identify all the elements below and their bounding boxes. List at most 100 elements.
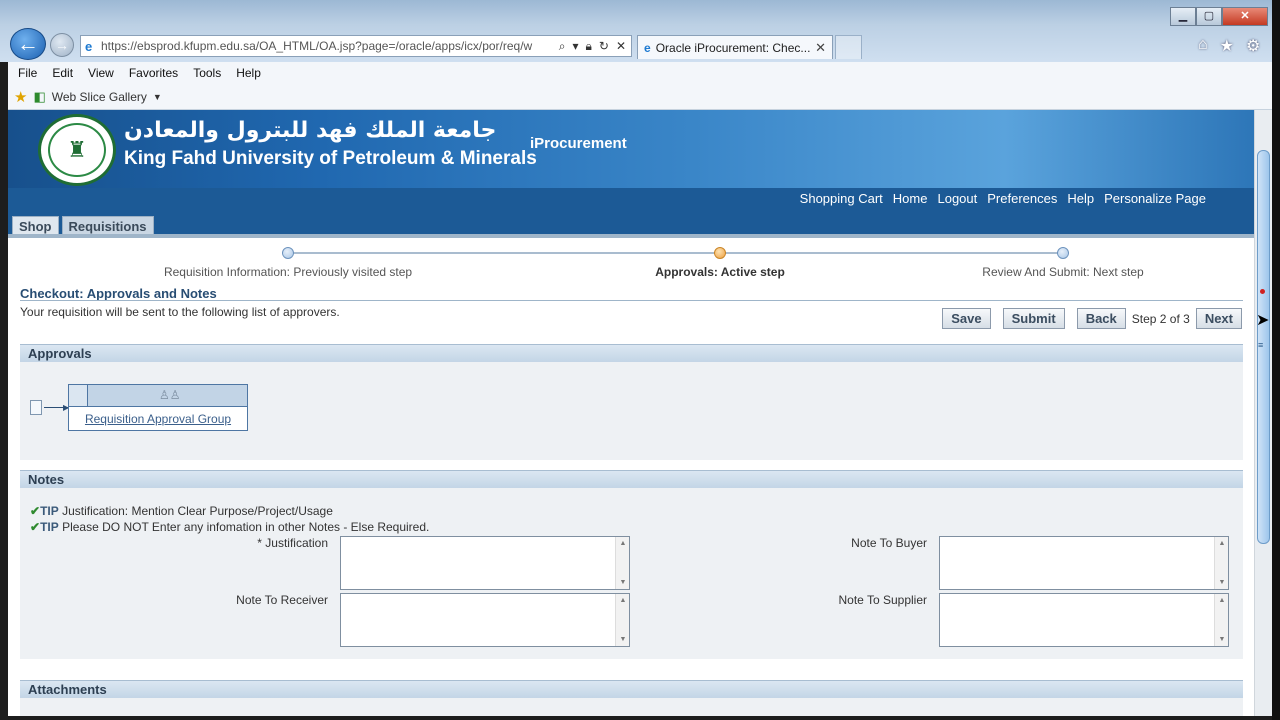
- scroll-down-icon[interactable]: ▼: [1215, 636, 1229, 643]
- back-arrow-icon[interactable]: ←: [10, 28, 46, 60]
- train-step-3-dot[interactable]: [1057, 247, 1069, 259]
- tip-notes-warning: ✔TIP Please DO NOT Enter any infomation …: [30, 520, 429, 534]
- approvals-section: Approvals ▶ ♙♙ Requisition Approval Grou…: [20, 344, 1243, 460]
- document-icon: [30, 400, 42, 415]
- train-line: [288, 252, 1064, 254]
- approval-node-cell: [69, 385, 88, 406]
- personalize-page-link[interactable]: Personalize Page: [1104, 191, 1206, 206]
- home-link[interactable]: Home: [893, 191, 928, 206]
- menu-edit[interactable]: Edit: [52, 66, 73, 80]
- forward-arrow-icon[interactable]: →: [50, 33, 74, 57]
- tip-text: Please DO NOT Enter any infomation in ot…: [62, 520, 430, 534]
- textarea-scrollbar[interactable]: ▲ ▼: [1214, 537, 1228, 589]
- home-icon[interactable]: ⌂: [1198, 36, 1208, 56]
- step-indicator: Step 2 of 3: [1131, 311, 1190, 326]
- people-group-icon: ♙♙: [159, 388, 181, 402]
- train-step-3-label[interactable]: Review And Submit: Next step: [982, 265, 1143, 279]
- instruction-text: Your requisition will be sent to the fol…: [20, 305, 340, 319]
- page-viewport: ♜ جامعة الملك فهد للبترول والمعادن King …: [8, 110, 1254, 716]
- note-to-receiver-label: Note To Receiver: [236, 593, 328, 607]
- favorites-bar: ★ ◧ Web Slice Gallery ▼: [8, 84, 1272, 110]
- textarea-scrollbar[interactable]: ▲ ▼: [615, 594, 629, 646]
- scroll-up-icon[interactable]: ▲: [1215, 597, 1229, 604]
- university-seal-logo: ♜: [38, 114, 116, 186]
- justification-textarea[interactable]: ▲ ▼: [340, 536, 630, 590]
- browser-tab[interactable]: e Oracle iProcurement: Chec... ✕: [637, 35, 833, 59]
- textarea-scrollbar[interactable]: ▲ ▼: [615, 537, 629, 589]
- web-slice-gallery-link[interactable]: Web Slice Gallery: [52, 90, 147, 104]
- train-step-1-dot[interactable]: [282, 247, 294, 259]
- logout-link[interactable]: Logout: [937, 191, 977, 206]
- gear-icon[interactable]: ⚙: [1246, 36, 1260, 56]
- scroll-up-icon[interactable]: ▲: [1215, 540, 1229, 547]
- action-buttons: Save Submit Back Step 2 of 3 Next: [942, 308, 1242, 329]
- checkout-train: Requisition Information: Previously visi…: [8, 238, 1254, 282]
- browser-tools: ⌂ ★ ⚙: [1198, 36, 1260, 56]
- lock-icon[interactable]: 🔒︎: [585, 39, 591, 54]
- scroll-down-icon[interactable]: ▼: [616, 636, 630, 643]
- scroll-down-icon[interactable]: ▼: [1215, 579, 1229, 586]
- minimize-icon[interactable]: ▁: [1170, 7, 1196, 26]
- textarea-scrollbar[interactable]: ▲ ▼: [1214, 594, 1228, 646]
- menu-file[interactable]: File: [18, 66, 37, 80]
- window-controls: ▁ ▢ ✕: [1170, 7, 1268, 26]
- preferences-link[interactable]: Preferences: [987, 191, 1057, 206]
- approval-node-header: ♙♙: [69, 385, 247, 407]
- stop-icon[interactable]: ✕: [616, 39, 626, 54]
- menu-view[interactable]: View: [88, 66, 114, 80]
- university-name-arabic: جامعة الملك فهد للبترول والمعادن: [124, 118, 497, 143]
- notes-section: Notes ✔TIP Justification: Mention Clear …: [20, 470, 1243, 659]
- next-button[interactable]: Next: [1195, 308, 1242, 329]
- page-scrollbar[interactable]: ≡: [1254, 110, 1272, 716]
- justification-label: * Justification: [257, 536, 328, 550]
- note-to-buyer-label: Note To Buyer: [851, 536, 927, 550]
- scroll-down-icon[interactable]: ▼: [616, 579, 630, 586]
- scroll-up-icon[interactable]: ▲: [616, 597, 630, 604]
- menu-favorites[interactable]: Favorites: [129, 66, 178, 80]
- scroll-marker-dot: [1260, 289, 1265, 294]
- submit-button[interactable]: Submit: [1002, 308, 1065, 329]
- note-to-supplier-label: Note To Supplier: [838, 593, 928, 607]
- new-tab-button[interactable]: [835, 35, 862, 59]
- scroll-grip-icon: ≡: [1258, 340, 1264, 350]
- divider: [20, 300, 1243, 301]
- note-to-receiver-textarea[interactable]: ▲ ▼: [340, 593, 630, 647]
- university-name-english: King Fahd University of Petroleum & Mine…: [124, 148, 537, 169]
- close-tab-icon[interactable]: ✕: [815, 40, 826, 56]
- tab-shop[interactable]: Shop: [12, 216, 59, 236]
- tip-text: Justification: Mention Clear Purpose/Pro…: [62, 504, 333, 518]
- save-button[interactable]: Save: [942, 308, 991, 329]
- favorites-star-icon[interactable]: ★: [14, 88, 27, 106]
- favorites-star-icon[interactable]: ★: [1220, 36, 1234, 56]
- close-window-icon[interactable]: ✕: [1222, 7, 1268, 26]
- tab-requisitions[interactable]: Requisitions: [61, 216, 154, 236]
- web-slice-icon: ◧: [33, 88, 46, 104]
- address-bar[interactable]: e https://ebsprod.kfupm.edu.sa/OA_HTML/O…: [80, 35, 632, 57]
- checkmark-icon: ✔: [30, 520, 41, 534]
- note-to-supplier-textarea[interactable]: ▲ ▼: [939, 593, 1229, 647]
- shopping-cart-link[interactable]: Shopping Cart: [800, 191, 883, 206]
- notes-heading: Notes: [20, 470, 1243, 488]
- tip-label: TIP: [40, 520, 59, 534]
- approval-group-link[interactable]: Requisition Approval Group: [69, 412, 247, 426]
- menu-tools[interactable]: Tools: [193, 66, 221, 80]
- ie-tab-icon: e: [644, 40, 651, 55]
- url-text[interactable]: https://ebsprod.kfupm.edu.sa/OA_HTML/OA.…: [101, 39, 554, 53]
- tab-title: Oracle iProcurement: Chec...: [655, 40, 811, 55]
- dropdown-icon[interactable]: ▾: [572, 39, 578, 54]
- train-step-1-label[interactable]: Requisition Information: Previously visi…: [164, 265, 412, 279]
- chevron-down-icon[interactable]: ▼: [153, 92, 162, 102]
- refresh-icon[interactable]: ↻: [599, 39, 609, 54]
- window-frame: [1272, 0, 1280, 720]
- menu-help[interactable]: Help: [236, 66, 261, 80]
- back-button[interactable]: Back: [1076, 308, 1126, 329]
- browser-toolbar: ← → e https://ebsprod.kfupm.edu.sa/OA_HT…: [0, 0, 1280, 62]
- scroll-up-icon[interactable]: ▲: [616, 540, 630, 547]
- search-icon[interactable]: ⌕: [559, 39, 566, 54]
- note-to-buyer-textarea[interactable]: ▲ ▼: [939, 536, 1229, 590]
- attachments-section: Attachments: [20, 680, 1243, 716]
- app-title: iProcurement: [530, 135, 627, 152]
- approvals-heading: Approvals: [20, 344, 1243, 362]
- help-link[interactable]: Help: [1067, 191, 1094, 206]
- maximize-icon[interactable]: ▢: [1196, 7, 1222, 26]
